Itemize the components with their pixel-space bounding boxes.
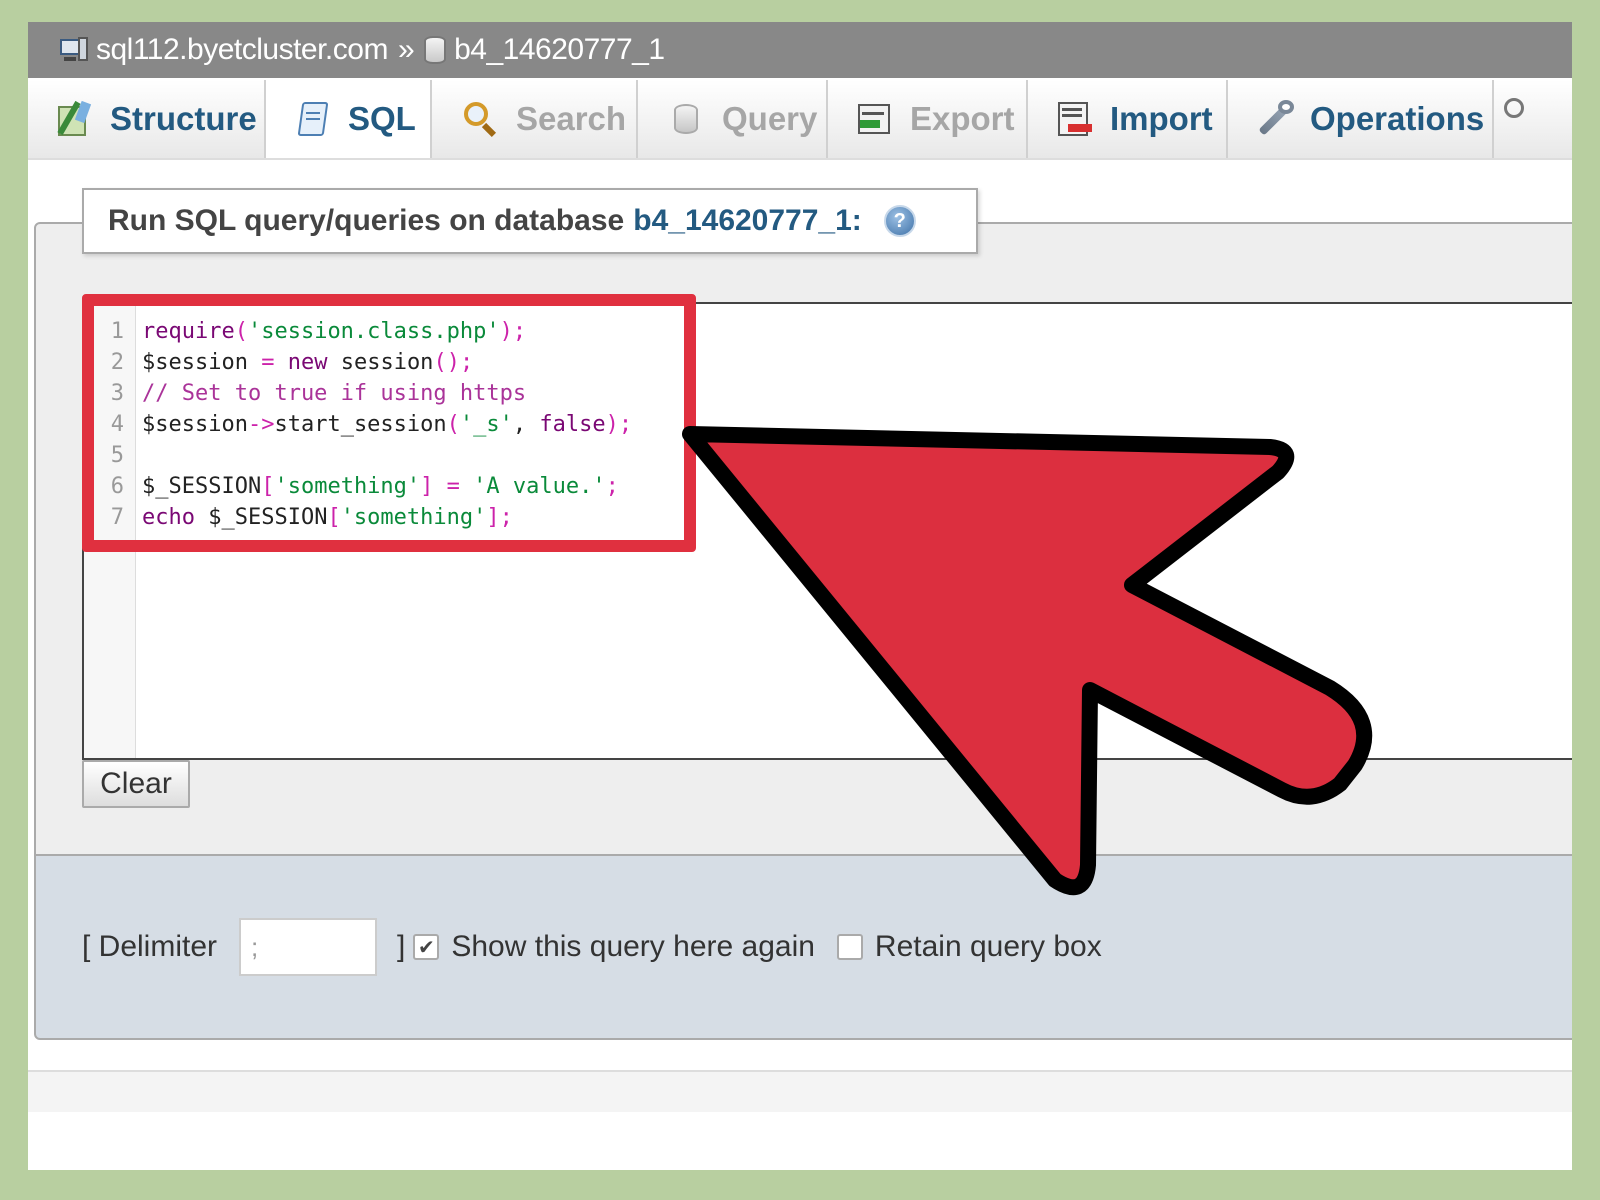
operations-icon	[1256, 100, 1294, 138]
tab-query[interactable]: Query	[638, 80, 828, 158]
database-icon	[424, 36, 447, 64]
sql-icon	[294, 100, 332, 138]
retain-query-box-label[interactable]: Retain query box	[875, 930, 1102, 964]
query-panel-title: Run SQL query/queries on database b4_146…	[82, 188, 978, 254]
tab-query-label[interactable]: Query	[722, 100, 817, 138]
breadcrumb-database-label[interactable]: b4_14620777_1	[454, 33, 665, 67]
tab-search[interactable]: Search	[432, 80, 638, 158]
phpmyadmin-window: sql112.byetcluster.com » b4_14620777_1 S…	[28, 22, 1572, 1170]
tab-export-label[interactable]: Export	[910, 100, 1015, 138]
bottom-strip	[28, 1070, 1572, 1112]
tab-structure[interactable]: Structure	[28, 80, 266, 158]
import-icon	[1056, 100, 1094, 138]
delimiter-input[interactable]	[239, 918, 378, 976]
breadcrumb-separator: »	[397, 33, 415, 66]
tab-structure-label[interactable]: Structure	[110, 100, 257, 138]
tab-sql[interactable]: SQL	[266, 80, 432, 158]
show-query-again-label[interactable]: Show this query here again	[451, 930, 815, 964]
tab-operations-label[interactable]: Operations	[1310, 100, 1484, 138]
gear-icon	[1504, 98, 1524, 118]
breadcrumb-server[interactable]: sql112.byetcluster.com	[60, 33, 388, 67]
help-icon[interactable]: ?	[883, 205, 916, 237]
tab-import[interactable]: Import	[1028, 80, 1228, 158]
delimiter-close-bracket: ]	[397, 930, 406, 963]
tab-export[interactable]: Export	[828, 80, 1028, 158]
query-panel-title-text: Run SQL query/queries on database	[108, 204, 625, 237]
tab-import-label[interactable]: Import	[1110, 100, 1213, 138]
query-panel-database: b4_14620777_1:	[633, 204, 862, 237]
export-icon	[856, 100, 894, 138]
tab-more[interactable]	[1494, 80, 1572, 158]
breadcrumb-server-label[interactable]: sql112.byetcluster.com	[96, 33, 388, 67]
tab-bar: Structure SQL Search Query Export Import…	[28, 80, 1572, 160]
tab-operations[interactable]: Operations	[1228, 80, 1494, 158]
query-options-bar: [ Delimiter ] ✔ Show this query here aga…	[34, 854, 1572, 1040]
breadcrumb: sql112.byetcluster.com » b4_14620777_1	[28, 22, 1572, 78]
search-icon	[462, 100, 500, 138]
tab-sql-label[interactable]: SQL	[348, 100, 416, 138]
highlight-box	[82, 294, 696, 552]
query-icon	[668, 100, 706, 138]
show-query-again-checkbox[interactable]: ✔	[413, 934, 440, 960]
server-icon	[60, 37, 90, 63]
tab-search-label[interactable]: Search	[516, 100, 626, 138]
breadcrumb-database[interactable]: b4_14620777_1	[424, 33, 665, 67]
delimiter-label: [ Delimiter	[82, 930, 218, 963]
clear-button[interactable]: Clear	[82, 760, 190, 808]
retain-query-box-checkbox[interactable]	[836, 934, 863, 960]
structure-icon	[56, 100, 94, 138]
